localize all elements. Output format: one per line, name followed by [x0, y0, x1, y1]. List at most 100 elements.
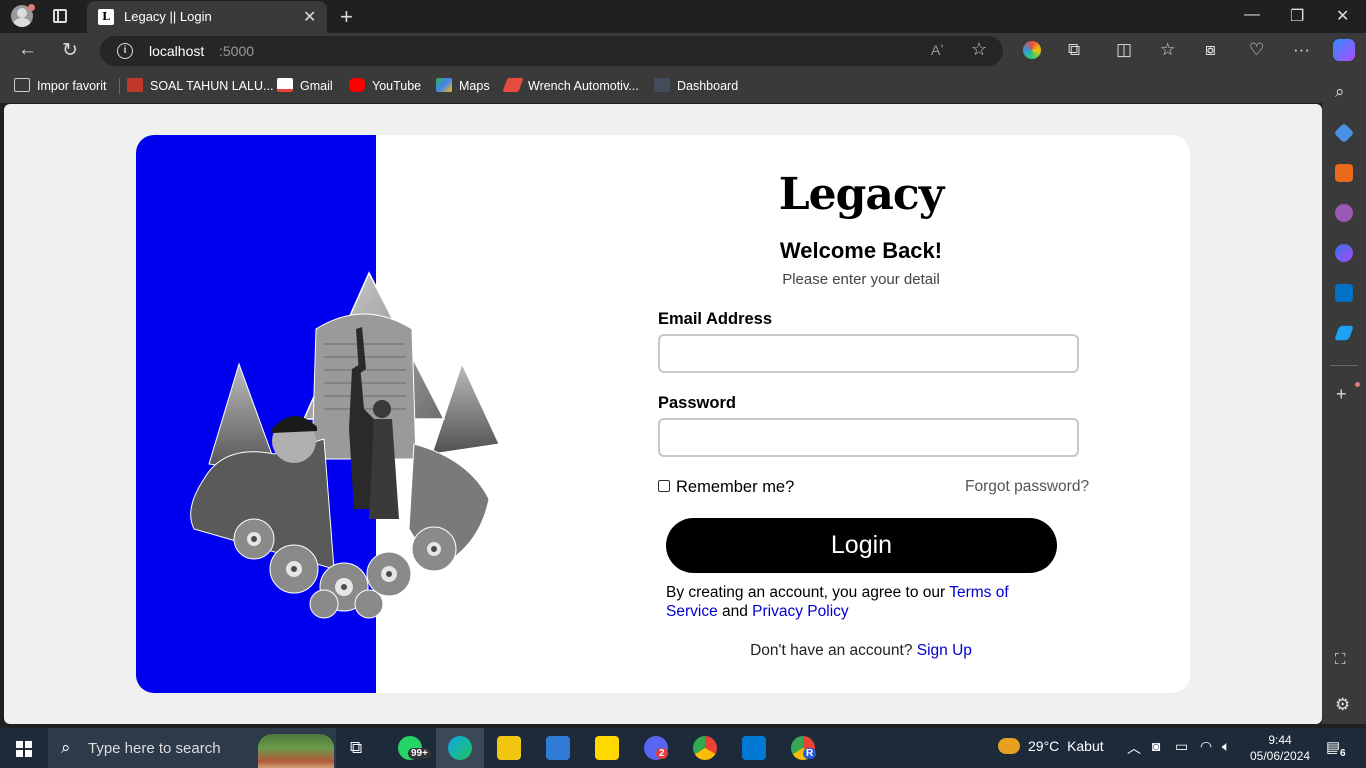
bookmark-label: Wrench Automotiv... [528, 79, 639, 93]
show-hidden-icons-icon[interactable]: ︿ [1127, 738, 1141, 758]
copilot-sidebar-icon[interactable] [1335, 244, 1353, 262]
bookmark-item[interactable]: Maps [436, 78, 490, 93]
password-field[interactable] [658, 418, 1079, 457]
system-clock[interactable]: 9:44 05/06/2024 [1250, 732, 1310, 764]
refresh-icon[interactable]: ↻ [62, 39, 78, 62]
remember-me-control[interactable]: Remember me? [658, 478, 794, 497]
restore-icon[interactable]: ❐ [1290, 6, 1304, 26]
bookmark-label: YouTube [372, 79, 422, 93]
page-title: Welcome Back! [779, 238, 943, 263]
email-field[interactable] [658, 334, 1079, 373]
hero-collage-image [190, 271, 500, 619]
favorite-star-icon[interactable]: ☆ [971, 39, 987, 60]
taskbar-search-placeholder: Type here to search [88, 740, 221, 757]
wifi-icon[interactable]: ◠ [1200, 738, 1212, 755]
close-tab-icon[interactable]: ✕ [303, 7, 316, 27]
chrome-profile-badge: R [803, 748, 817, 759]
search-icon[interactable]: ⌕ [1335, 82, 1345, 102]
close-window-icon[interactable]: ✕ [1336, 6, 1349, 26]
bookmark-item[interactable]: Dashboard [654, 78, 738, 93]
bookmark-item[interactable]: SOAL TAHUN LALU... [127, 78, 273, 93]
maps-icon [436, 78, 452, 92]
extension-color-icon[interactable] [1023, 41, 1041, 59]
weather-description: Kabut [1067, 738, 1104, 754]
terms-notice: By creating an account, you agree to our… [666, 583, 1026, 621]
minimize-icon[interactable]: — [1244, 6, 1260, 24]
bookmark-item[interactable]: Impor favorit [14, 78, 106, 93]
taskbar-search[interactable]: ⌕ Type here to search [48, 728, 336, 768]
weather-haze-icon [998, 738, 1020, 754]
edge-icon[interactable] [448, 736, 472, 760]
task-view-icon[interactable]: ⧉ [350, 738, 362, 758]
remember-me-checkbox[interactable] [658, 480, 670, 492]
dashboard-icon [654, 78, 670, 92]
send-icon[interactable] [1334, 325, 1354, 341]
battery-icon[interactable]: ▭ [1175, 738, 1188, 755]
clock-time: 9:44 [1268, 733, 1292, 747]
windows-taskbar: ⌕ Type here to search ⧉ 99+ 2 R 29°C Kab… [0, 728, 1366, 768]
remember-me-label: Remember me? [676, 478, 795, 496]
bookmark-label: Dashboard [677, 79, 739, 93]
file-explorer-icon[interactable] [497, 736, 521, 760]
add-sidebar-app-icon[interactable]: + [1336, 384, 1347, 405]
browser-toolbar: ← ↻ i localhost :5000 Aʼ ☆ ⧉ ◫ ☆ ⧇ ♡ ··· [0, 33, 1366, 69]
forgot-password-link[interactable]: Forgot password? [965, 478, 1089, 496]
chrome-icon[interactable] [693, 736, 717, 760]
shopping-tag-icon[interactable] [1333, 122, 1355, 144]
tools-briefcase-icon[interactable] [1335, 164, 1353, 182]
bookmarks-bar: Impor favorit SOAL TAHUN LALU... Gmail Y… [0, 69, 1366, 103]
sidebar-settings-gear-icon[interactable]: ⚙ [1335, 695, 1350, 715]
password-label: Password [658, 394, 736, 412]
screenshot-icon[interactable]: ⛶ [1335, 651, 1346, 668]
url-port: :5000 [219, 43, 255, 59]
bookmark-item[interactable]: Wrench Automotiv... [502, 78, 639, 93]
sign-up-link[interactable]: Sign Up [917, 642, 972, 659]
discord-badge: 2 [656, 748, 668, 759]
address-bar[interactable]: i localhost :5000 Aʼ ☆ [100, 36, 1003, 66]
browser-tab-bar: L Legacy || Login ✕ + — ❐ ✕ [0, 0, 1366, 33]
login-card: Legacy Welcome Back! Please enter your d… [136, 135, 1190, 693]
volume-icon[interactable]: 🔈︎ [1222, 738, 1230, 755]
new-tab-icon[interactable]: + [340, 4, 353, 30]
tab-favicon: L [98, 9, 114, 25]
signup-text: Don't have an account? [750, 642, 917, 659]
games-icon[interactable] [1335, 204, 1353, 222]
youtube-icon [349, 78, 365, 92]
whatsapp-badge: 99+ [408, 748, 431, 759]
split-screen-icon[interactable]: ◫ [1116, 40, 1132, 60]
import-favorites-icon [14, 78, 30, 92]
windows-start-icon[interactable] [16, 741, 32, 757]
extensions-puzzle-icon[interactable]: ⧉ [1068, 40, 1080, 60]
tab-active[interactable]: L Legacy || Login ✕ [87, 1, 327, 33]
login-button[interactable]: Login [666, 518, 1057, 573]
mail-icon[interactable] [546, 736, 570, 760]
sticky-notes-icon[interactable] [595, 736, 619, 760]
more-menu-icon[interactable]: ··· [1293, 40, 1310, 60]
favorites-icon[interactable]: ☆ [1160, 40, 1175, 60]
bookmark-label: Gmail [300, 79, 333, 93]
tab-title: Legacy || Login [124, 9, 212, 24]
weather-temperature: 29°C [1028, 738, 1060, 754]
collections-icon[interactable]: ⧇ [1205, 40, 1216, 60]
brand-logo-text: Legacy [778, 169, 945, 220]
bookmark-item[interactable]: YouTube [349, 78, 421, 93]
wrench-icon [502, 78, 524, 92]
privacy-policy-link[interactable]: Privacy Policy [752, 603, 848, 620]
copilot-icon[interactable] [1333, 39, 1355, 61]
bookmark-item[interactable]: Gmail [277, 78, 333, 93]
site-info-icon[interactable]: i [117, 43, 133, 59]
outlook-icon[interactable] [1335, 284, 1353, 302]
page-viewport: Legacy Welcome Back! Please enter your d… [4, 104, 1322, 724]
weather-widget[interactable]: 29°C Kabut [998, 738, 1104, 754]
back-icon[interactable]: ← [18, 39, 37, 61]
gmail-icon [277, 78, 293, 92]
tab-actions-icon[interactable] [53, 9, 67, 23]
bookmark-divider [119, 78, 120, 94]
read-aloud-icon[interactable]: Aʼ [931, 42, 943, 58]
email-label: Email Address [658, 310, 773, 328]
vscode-icon[interactable] [742, 736, 766, 760]
signup-prompt: Don't have an account? Sign Up [136, 642, 1190, 660]
search-icon: ⌕ [61, 738, 71, 757]
camera-icon[interactable]: ◙ [1152, 738, 1160, 754]
browser-essentials-icon[interactable]: ♡ [1249, 40, 1264, 60]
